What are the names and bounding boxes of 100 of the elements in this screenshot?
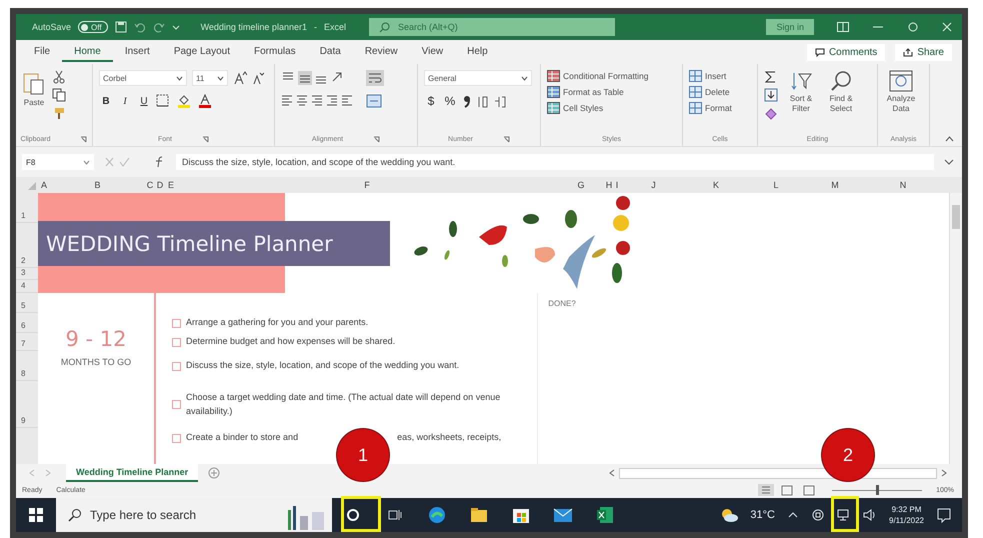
- ribbon-display-icon[interactable]: [837, 22, 849, 32]
- autosave-toggle[interactable]: Off: [78, 21, 108, 33]
- collapse-ribbon-icon[interactable]: [945, 136, 954, 142]
- paste-button[interactable]: Paste: [22, 70, 46, 107]
- fill-icon[interactable]: [764, 88, 778, 102]
- italic-button[interactable]: I: [118, 96, 132, 106]
- number-format-dropdown[interactable]: General: [424, 70, 532, 86]
- vertical-scrollbar[interactable]: [949, 193, 962, 464]
- cells-menu-button[interactable]: Delete: [689, 86, 730, 98]
- column-header[interactable]: L: [746, 177, 806, 193]
- underline-button[interactable]: U: [137, 96, 151, 106]
- weather-icon[interactable]: [720, 507, 738, 523]
- ribbon-tab[interactable]: Formulas: [242, 42, 308, 62]
- decimal-icons[interactable]: [477, 94, 507, 108]
- comma-style-icon[interactable]: [462, 94, 472, 108]
- column-header[interactable]: B: [50, 177, 145, 193]
- share-button[interactable]: Share: [895, 44, 952, 60]
- formula-field[interactable]: Discuss the size, style, location, and scope of the wedding you want.: [176, 154, 934, 170]
- font-color-icon[interactable]: [198, 94, 214, 108]
- dialog-launcher-icon[interactable]: [502, 136, 510, 142]
- wrap-text-icon[interactable]: [366, 70, 384, 86]
- format-painter-icon[interactable]: [52, 106, 66, 120]
- ribbon-tab[interactable]: Help: [455, 42, 500, 62]
- scissors-icon[interactable]: [52, 70, 66, 84]
- row-header[interactable]: 9: [16, 381, 38, 428]
- column-header[interactable]: K: [686, 177, 746, 193]
- column-header[interactable]: D: [155, 177, 165, 193]
- task-checkbox[interactable]: [172, 338, 181, 346]
- task-checkbox[interactable]: [172, 362, 181, 370]
- expand-formula-icon[interactable]: [944, 158, 954, 166]
- save-icon[interactable]: [114, 21, 127, 33]
- undo-icon[interactable]: [134, 21, 146, 33]
- dialog-launcher-icon[interactable]: [202, 136, 209, 142]
- shrink-font-icon[interactable]: [252, 71, 264, 85]
- volume-icon[interactable]: [863, 508, 877, 522]
- ribbon-tab[interactable]: Data: [308, 42, 353, 62]
- currency-button[interactable]: $: [424, 94, 438, 108]
- dialog-launcher-icon[interactable]: [373, 136, 380, 142]
- percent-button[interactable]: %: [443, 94, 457, 108]
- mail-icon: [553, 507, 573, 523]
- row-header[interactable]: 8: [16, 351, 38, 381]
- styles-menu-button[interactable]: Format as Table: [547, 86, 624, 98]
- taskbar-search-field[interactable]: Type here to search: [56, 498, 332, 532]
- column-header[interactable]: N: [864, 177, 942, 193]
- table-style-icon: [547, 86, 560, 98]
- fill-color-icon[interactable]: [177, 94, 193, 108]
- column-header[interactable]: H: [605, 177, 613, 193]
- find-select-button[interactable]: Find & Select: [824, 70, 858, 114]
- task-text: Determine budget and how expenses will be shared.: [186, 335, 396, 348]
- ribbon-tab[interactable]: Page Layout: [162, 42, 242, 62]
- column-header[interactable]: A: [38, 177, 50, 193]
- column-header[interactable]: I: [613, 177, 621, 193]
- sort-filter-button[interactable]: Sort & Filter: [784, 70, 818, 114]
- styles-menu-button[interactable]: Cell Styles: [547, 102, 604, 114]
- column-header[interactable]: F: [177, 177, 557, 193]
- ribbon-tab[interactable]: Review: [352, 42, 410, 62]
- grow-font-icon[interactable]: [233, 71, 247, 85]
- notifications-icon[interactable]: [936, 507, 952, 523]
- copy-icon[interactable]: [52, 88, 66, 102]
- autosave-label: AutoSave: [32, 22, 72, 32]
- font-size-dropdown[interactable]: 11: [192, 70, 228, 86]
- cells-menu-button[interactable]: Insert: [689, 70, 726, 82]
- task-checkbox[interactable]: [172, 400, 181, 409]
- sheet-tab[interactable]: Wedding Timeline Planner: [66, 464, 198, 482]
- circle-icon: [346, 508, 360, 522]
- scroll-right-icon[interactable]: [940, 469, 948, 477]
- column-header[interactable]: M: [806, 177, 864, 193]
- task-checkbox[interactable]: [172, 318, 181, 328]
- column-header[interactable]: J: [621, 177, 686, 193]
- restore-icon[interactable]: [907, 22, 919, 32]
- analyze-data-button[interactable]: Analyze Data: [884, 70, 918, 114]
- ribbon-tab[interactable]: View: [410, 42, 456, 62]
- row-header[interactable]: 6: [16, 313, 38, 333]
- task-text: Create a binder to store and: [186, 431, 298, 444]
- merge-cells-icon[interactable]: [366, 94, 384, 108]
- bold-button[interactable]: B: [99, 96, 113, 106]
- row-header[interactable]: 7: [16, 333, 38, 351]
- cells-menu-button[interactable]: Format: [689, 102, 732, 114]
- ribbon-tab[interactable]: Home: [62, 42, 113, 62]
- eraser-icon[interactable]: [764, 106, 778, 120]
- temperature-text: 31°C: [750, 509, 775, 521]
- add-sheet-icon[interactable]: [208, 467, 220, 479]
- close-icon[interactable]: [942, 22, 952, 32]
- ribbon-tab[interactable]: File: [30, 42, 62, 62]
- font-name-dropdown[interactable]: Corbel: [99, 70, 187, 86]
- styles-menu-button[interactable]: Conditional Formatting: [547, 70, 649, 82]
- dialog-launcher-icon[interactable]: [80, 136, 88, 142]
- ribbon-tab[interactable]: Insert: [112, 42, 162, 62]
- name-box[interactable]: F8: [22, 154, 94, 170]
- column-header[interactable]: E: [165, 177, 177, 193]
- chevron-up-icon[interactable]: [787, 510, 799, 520]
- scroll-left-icon[interactable]: [608, 469, 616, 477]
- task-checkbox[interactable]: [172, 434, 181, 442]
- column-header[interactable]: G: [557, 177, 605, 193]
- comments-button[interactable]: Comments: [806, 44, 886, 60]
- redo-icon[interactable]: [152, 21, 165, 33]
- column-header[interactable]: C: [145, 177, 155, 193]
- autosum-icon[interactable]: [764, 70, 778, 84]
- row-header[interactable]: 5: [16, 293, 38, 313]
- network-icon[interactable]: [837, 508, 851, 522]
